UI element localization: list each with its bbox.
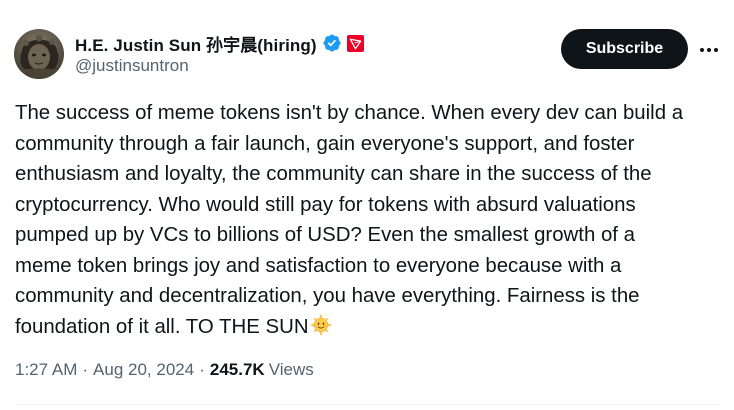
views-label[interactable]: Views: [269, 360, 314, 380]
tweet-date[interactable]: Aug 20, 2024: [93, 360, 194, 380]
tron-logo-icon[interactable]: [346, 34, 364, 52]
more-horizontal-icon[interactable]: [697, 38, 721, 62]
tweet-meta: 1:27 AM · Aug 20, 2024 · 245.7K Views: [15, 360, 314, 380]
meta-separator: ·: [82, 360, 89, 379]
divider: [15, 404, 721, 405]
tweet-card: H.E. Justin Sun 孙宇晨(hiring) @justinsuntr…: [0, 0, 734, 410]
tweet-time[interactable]: 1:27 AM: [15, 360, 77, 380]
avatar-image: [14, 29, 64, 79]
avatar[interactable]: [14, 29, 64, 79]
sun-with-face-icon: [309, 313, 332, 336]
verified-badge-icon[interactable]: [322, 33, 342, 53]
author-display-name[interactable]: H.E. Justin Sun 孙宇晨(hiring): [75, 31, 317, 56]
subscribe-button[interactable]: Subscribe: [561, 29, 688, 69]
author-name-row[interactable]: H.E. Justin Sun 孙宇晨(hiring): [75, 31, 364, 55]
author-handle[interactable]: @justinsuntron: [75, 56, 189, 76]
meta-separator: ·: [199, 360, 205, 379]
view-count[interactable]: 245.7K: [210, 360, 265, 380]
tweet-body: The success of meme tokens isn't by chan…: [15, 98, 727, 342]
tweet-text: The success of meme tokens isn't by chan…: [15, 102, 684, 338]
